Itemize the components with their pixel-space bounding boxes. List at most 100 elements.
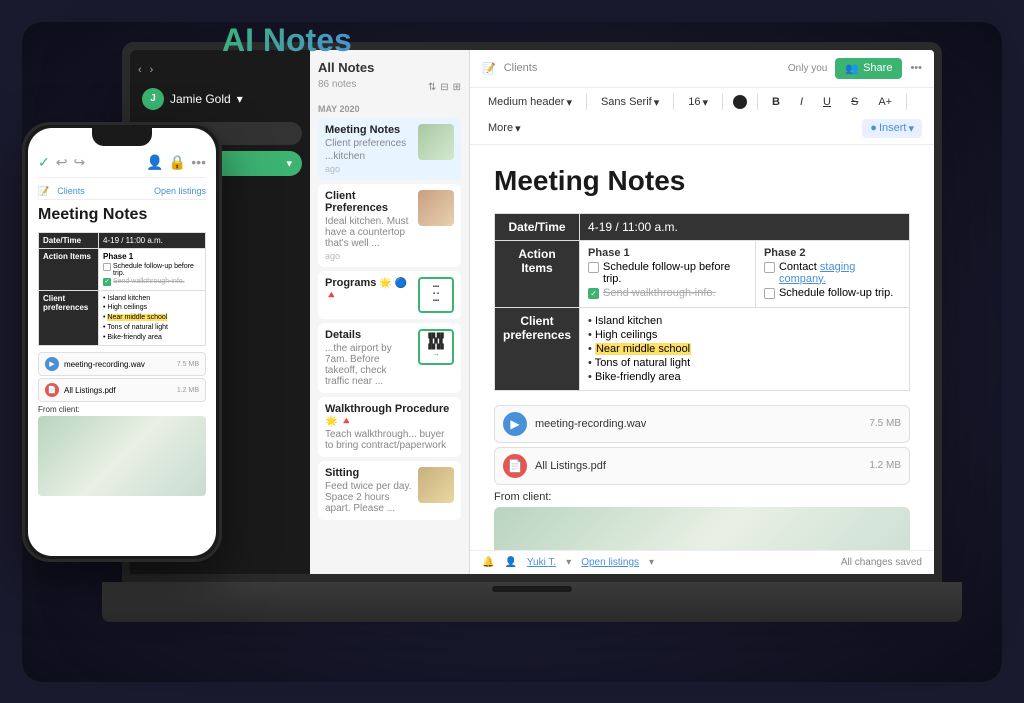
attachment-size: 1.2 MB [869, 460, 901, 471]
user-footer-label[interactable]: Yuki T. [527, 557, 556, 568]
toolbar-separator [906, 94, 907, 110]
checkbox-checked[interactable]: ✓ [588, 288, 599, 299]
note-preview: Client preferences [325, 138, 412, 149]
phone-from-client-label: From client: [38, 405, 206, 414]
insert-icon: ● [870, 122, 877, 134]
phone-checkbox-checked[interactable]: ✓ [103, 278, 111, 286]
sort-icon[interactable]: ⇅ [428, 82, 436, 93]
note-item[interactable]: Sitting Feed twice per day. Space 2 hour… [318, 461, 461, 520]
phone-table: Date/Time 4-19 / 11:00 a.m. Action Items… [38, 232, 206, 347]
more-icon[interactable]: ••• [191, 154, 206, 171]
list-item: • Near middle school [103, 313, 201, 323]
note-item[interactable]: Programs 🌟 🔵 🔺 ▪▪▪▪ ▪▪▪▪ [318, 271, 461, 319]
checkbox-item: Schedule follow-up before trip. [588, 261, 747, 285]
from-client-label: From client: [494, 491, 910, 503]
note-item-text: Programs 🌟 🔵 🔺 [325, 277, 412, 301]
note-item[interactable]: Details ...the airport by 7am. Before ta… [318, 323, 461, 393]
note-item[interactable]: Client Preferences Ideal kitchen. Must h… [318, 184, 461, 267]
format-dropdown[interactable]: Medium header ▾ [482, 94, 578, 111]
user-row[interactable]: J Jamie Gold ▾ [138, 80, 302, 118]
editor-breadcrumb: 📝 Clients [482, 62, 537, 75]
phase1-header: Phase 1 [588, 247, 747, 259]
laptop-base [102, 582, 962, 622]
checkbox-label-strikethrough: Send walkthrough-info. [603, 287, 716, 299]
phone-checkbox[interactable] [103, 263, 111, 271]
chevron-right-icon[interactable]: › [150, 64, 154, 76]
font-dropdown[interactable]: Sans Serif ▾ [595, 94, 665, 111]
user-icon[interactable]: 👤 [146, 154, 163, 171]
editor-toolbar: Medium header ▾ Sans Serif ▾ 16 ▾ [470, 88, 934, 145]
checkbox-label: Schedule follow-up trip. [779, 287, 893, 299]
phone-attachment-row[interactable]: ▶ meeting-recording.wav 7.5 MB [38, 352, 206, 376]
note-title: Meeting Notes [325, 124, 412, 136]
phone-device: ✓ ↩ ↪ 👤 🔒 ••• 📝 Clients Open listings [22, 122, 222, 562]
phone-actions-cell: Phase 1 Schedule follow-up before trip. … [99, 248, 206, 290]
note-preview: Feed twice per day. Space 2 hours apart.… [325, 481, 412, 514]
pdf-icon: 📄 [503, 454, 527, 478]
checkbox-label: Contact staging company. [779, 261, 901, 285]
list-item: Island kitchen [588, 314, 901, 328]
list-controls: ⇅ ⊟ ⊞ [428, 82, 461, 93]
user-chevron-icon: ▾ [237, 92, 243, 106]
checkbox[interactable] [588, 262, 599, 273]
underline-button[interactable]: U [817, 94, 837, 110]
font-chevron-icon: ▾ [654, 96, 660, 109]
phone-prefs-label: Client preferences [39, 290, 99, 346]
filter-icon[interactable]: ⊟ [440, 82, 448, 93]
bold-button[interactable]: B [766, 94, 786, 110]
notes-count: 86 notes [318, 79, 356, 90]
profile-icon[interactable]: 👤 [504, 557, 516, 568]
more-label: More [488, 122, 513, 134]
check-icon[interactable]: ✓ [38, 154, 50, 171]
editor-icon: 📝 [482, 62, 496, 75]
checkbox[interactable] [764, 288, 775, 299]
grid-icon[interactable]: ⊞ [453, 82, 461, 93]
color-picker[interactable] [733, 95, 747, 109]
phone-content: ✓ ↩ ↪ 👤 🔒 ••• 📝 Clients Open listings [28, 128, 216, 556]
insert-button[interactable]: ● Insert ▾ [862, 119, 922, 138]
phone-breadcrumb: 📝 Clients Open listings [38, 184, 206, 200]
phone-checkbox-row: Schedule follow-up before trip. [103, 263, 201, 277]
datetime-value: 4-19 / 11:00 a.m. [580, 213, 910, 240]
redo-icon[interactable]: ↪ [73, 154, 85, 171]
share-button[interactable]: 👥 Share [835, 58, 902, 79]
phone-attachment-row[interactable]: 📄 All Listings.pdf 1.2 MB [38, 378, 206, 402]
note-title: Walkthrough Procedure 🌟 🔺 [325, 403, 454, 427]
prefs-header: Client preferences [495, 307, 580, 390]
actions-header: Action Items [495, 240, 580, 307]
toolbar-separator [757, 94, 758, 110]
size-dropdown[interactable]: 16 ▾ [682, 94, 714, 111]
undo-icon[interactable]: ↩ [56, 154, 68, 171]
font-size-increase[interactable]: A+ [872, 94, 898, 110]
toolbar-separator [722, 94, 723, 110]
note-title: Programs 🌟 🔵 🔺 [325, 277, 412, 301]
laptop-device: ‹ › J Jamie Gold ▾ 🔍 Search + New Note ▾ [122, 42, 942, 622]
checkbox[interactable] [764, 262, 775, 273]
note-item[interactable]: Walkthrough Procedure 🌟 🔺 Teach walkthro… [318, 397, 461, 457]
bell-icon[interactable]: 🔔 [482, 557, 494, 568]
attachment-row[interactable]: 📄 All Listings.pdf 1.2 MB [494, 447, 910, 485]
more-options-icon[interactable]: ••• [910, 62, 922, 74]
attachment-name: All Listings.pdf [535, 460, 861, 472]
phone-datetime-value: 4-19 / 11:00 a.m. [99, 232, 206, 248]
chevron-left-icon[interactable]: ‹ [138, 64, 142, 76]
phase2-header: Phase 2 [764, 247, 901, 259]
phone-listings[interactable]: Open listings [154, 186, 206, 197]
listings-label[interactable]: Open listings [581, 557, 639, 568]
laptop-notch [492, 586, 572, 592]
staging-link[interactable]: staging company. [779, 261, 855, 285]
note-thumbnail-qr: ██ ███ █ ███ ██→ [418, 329, 454, 365]
attachment-row[interactable]: ▶ meeting-recording.wav 7.5 MB [494, 405, 910, 443]
note-preview: Ideal kitchen. Must have a countertop th… [325, 216, 412, 249]
phone-toolbar: ✓ ↩ ↪ 👤 🔒 ••• [38, 150, 206, 178]
prefs-cell: Island kitchen High ceilings Near middle… [580, 307, 910, 390]
note-item[interactable]: Meeting Notes Client preferences ...kitc… [318, 118, 461, 180]
lock-icon[interactable]: 🔒 [169, 154, 186, 171]
phone-pdf-icon: 📄 [45, 383, 59, 397]
more-dropdown[interactable]: More ▾ [482, 120, 527, 137]
attachment-name: meeting-recording.wav [535, 418, 861, 430]
strikethrough-button[interactable]: S [845, 94, 864, 110]
phase1-cell: Phase 1 Schedule follow-up before trip. … [580, 240, 756, 307]
italic-button[interactable]: I [794, 94, 809, 110]
note-title: Sitting [325, 467, 412, 479]
